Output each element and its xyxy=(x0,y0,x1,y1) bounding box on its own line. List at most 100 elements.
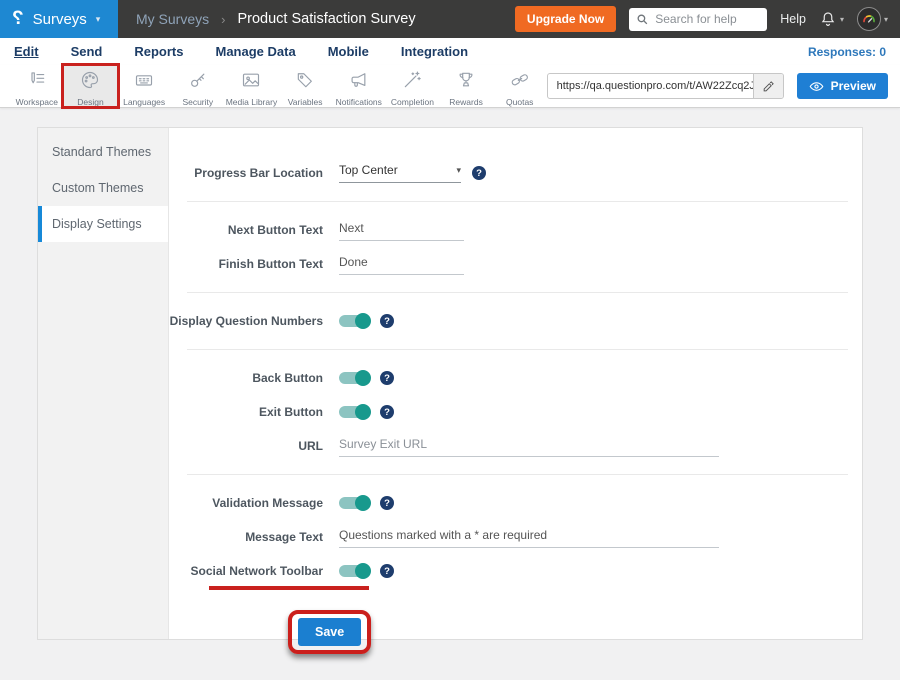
search-icon xyxy=(636,13,649,26)
responses-count[interactable]: Responses: 0 xyxy=(808,45,886,59)
search-input[interactable] xyxy=(629,8,767,31)
toolbar-item-notifications[interactable]: Notifications xyxy=(332,65,386,107)
product-switcher[interactable]: ? Surveys ▾ xyxy=(0,0,118,38)
divider xyxy=(187,474,848,475)
help-search xyxy=(629,8,767,31)
survey-url-field[interactable]: https://qa.questionpro.com/t/AW22Zcq2J xyxy=(547,73,784,99)
menu-send[interactable]: Send xyxy=(71,44,103,59)
annotation-underline-social-network-toolbar xyxy=(209,586,369,590)
progress-bar-location-label: Progress Bar Location xyxy=(169,166,323,180)
validation-message-row: Validation Message ? xyxy=(169,488,862,518)
help-icon[interactable]: ? xyxy=(380,314,394,328)
toolbar-item-media-library[interactable]: Media Library xyxy=(225,65,279,107)
divider xyxy=(187,201,848,202)
progress-bar-location-select[interactable]: Top Center ▾ xyxy=(339,163,461,183)
social-network-toolbar-row: Social Network Toolbar ? xyxy=(169,556,862,586)
design-sidebar: Standard Themes Custom Themes Display Se… xyxy=(38,128,169,639)
display-settings-panel: Progress Bar Location Top Center ▾ ? Nex… xyxy=(169,128,862,639)
validation-message-toggle[interactable] xyxy=(339,497,369,509)
social-network-toolbar-label: Social Network Toolbar xyxy=(169,564,323,578)
save-button[interactable]: Save xyxy=(298,618,361,646)
media-library-icon xyxy=(241,70,261,95)
back-button-toggle[interactable] xyxy=(339,372,369,384)
validation-message-label: Validation Message xyxy=(169,496,323,510)
eye-icon xyxy=(809,79,824,94)
help-icon[interactable]: ? xyxy=(380,405,394,419)
breadcrumb-separator: › xyxy=(221,12,225,27)
back-button-label: Back Button xyxy=(169,371,323,385)
menu-mobile[interactable]: Mobile xyxy=(328,44,369,59)
exit-button-toggle[interactable] xyxy=(339,406,369,418)
finish-button-text-row: Finish Button Text xyxy=(169,249,862,279)
preview-button[interactable]: Preview xyxy=(797,73,888,99)
exit-url-row: URL xyxy=(169,431,862,461)
pencil-icon xyxy=(762,80,775,93)
exit-button-row: Exit Button ? xyxy=(169,397,862,427)
avatar xyxy=(857,7,881,31)
finish-button-text-input[interactable] xyxy=(339,253,464,275)
social-network-toolbar-toggle[interactable] xyxy=(339,565,369,577)
toolbar-item-quotas[interactable]: Quotas xyxy=(493,65,547,107)
breadcrumb-current-survey: Product Satisfaction Survey xyxy=(237,11,415,27)
annotation-box-save: Save xyxy=(288,610,371,654)
toolbar-item-languages[interactable]: Languages xyxy=(117,65,171,107)
menu-integration[interactable]: Integration xyxy=(401,44,468,59)
variables-icon xyxy=(295,70,315,95)
help-icon[interactable]: ? xyxy=(380,564,394,578)
megaphone-icon xyxy=(349,70,369,95)
help-icon[interactable]: ? xyxy=(380,371,394,385)
toolbar-item-rewards[interactable]: Rewards xyxy=(439,65,493,107)
back-button-row: Back Button ? xyxy=(169,363,862,393)
toolbar-item-completion[interactable]: Completion xyxy=(386,65,440,107)
chevron-down-icon: ▾ xyxy=(96,14,101,25)
toolbar-item-variables[interactable]: Variables xyxy=(278,65,332,107)
security-icon xyxy=(188,70,208,95)
breadcrumb: My Surveys › Product Satisfaction Survey xyxy=(136,11,416,27)
help-icon[interactable]: ? xyxy=(472,166,486,180)
next-button-text-row: Next Button Text xyxy=(169,215,862,245)
sidebar-item-custom-themes[interactable]: Custom Themes xyxy=(38,170,168,206)
display-question-numbers-toggle[interactable] xyxy=(339,315,369,327)
exit-button-label: Exit Button xyxy=(169,405,323,419)
design-settings-card: Standard Themes Custom Themes Display Se… xyxy=(37,127,863,640)
next-button-text-label: Next Button Text xyxy=(169,223,323,237)
edit-url-button[interactable] xyxy=(753,74,783,98)
survey-url-value: https://qa.questionpro.com/t/AW22Zcq2J xyxy=(548,74,753,98)
finish-button-text-label: Finish Button Text xyxy=(169,257,323,271)
edit-toolbar: Workspace Design Languages Security Medi… xyxy=(0,65,900,108)
menu-manage-data[interactable]: Manage Data xyxy=(215,44,295,59)
toolbar-item-workspace[interactable]: Workspace xyxy=(10,65,64,107)
account-menu[interactable]: ▾ xyxy=(857,7,888,31)
languages-icon xyxy=(134,70,154,95)
help-link[interactable]: Help xyxy=(780,12,806,26)
chain-link-icon xyxy=(510,70,530,95)
progress-bar-location-row: Progress Bar Location Top Center ▾ ? xyxy=(169,158,862,188)
exit-url-label: URL xyxy=(169,439,323,453)
gauge-avatar-icon xyxy=(859,9,879,29)
trophy-icon xyxy=(456,70,476,95)
upgrade-now-button[interactable]: Upgrade Now xyxy=(515,6,616,32)
chevron-down-icon: ▾ xyxy=(840,15,844,24)
message-text-row: Message Text xyxy=(169,522,862,552)
divider xyxy=(187,292,848,293)
chevron-down-icon: ▾ xyxy=(456,165,461,176)
notifications-menu[interactable]: ▾ xyxy=(819,10,844,28)
help-icon[interactable]: ? xyxy=(380,496,394,510)
product-name: Surveys xyxy=(33,11,87,28)
display-question-numbers-row: Display Question Numbers ? xyxy=(169,306,862,336)
message-text-input[interactable] xyxy=(339,526,719,548)
display-question-numbers-label: Display Question Numbers xyxy=(169,314,323,328)
menu-reports[interactable]: Reports xyxy=(134,44,183,59)
sidebar-item-standard-themes[interactable]: Standard Themes xyxy=(38,134,168,170)
exit-url-input[interactable] xyxy=(339,435,719,457)
menu-edit[interactable]: Edit xyxy=(14,44,39,59)
bell-icon xyxy=(819,10,837,28)
message-text-label: Message Text xyxy=(169,530,323,544)
design-icon xyxy=(80,70,100,95)
sidebar-item-display-settings[interactable]: Display Settings xyxy=(38,206,168,242)
breadcrumb-my-surveys[interactable]: My Surveys xyxy=(136,11,209,27)
next-button-text-input[interactable] xyxy=(339,219,464,241)
toolbar-item-design[interactable]: Design xyxy=(64,65,118,107)
workspace-icon xyxy=(27,70,47,95)
toolbar-item-security[interactable]: Security xyxy=(171,65,225,107)
